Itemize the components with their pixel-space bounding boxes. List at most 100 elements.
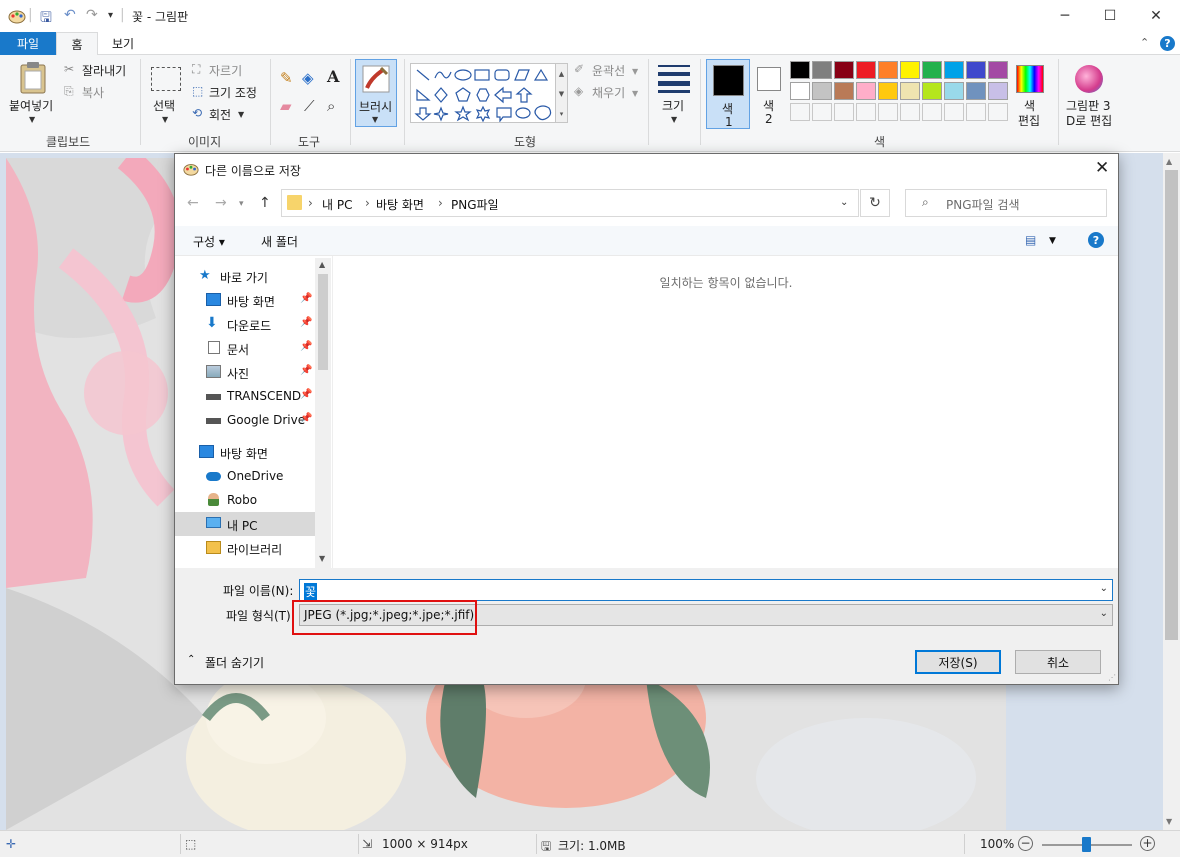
breadcrumb-desktop[interactable]: 바탕 화면 bbox=[376, 196, 424, 213]
color1-button[interactable]: 색 1 bbox=[706, 59, 750, 129]
tab-view[interactable]: 보기 bbox=[100, 32, 146, 55]
up-arrow-icon[interactable]: ↑ bbox=[259, 195, 271, 211]
address-bar[interactable]: › 내 PC › 바탕 화면 › PNG파일 ⌄ bbox=[281, 189, 859, 217]
tab-home[interactable]: 홈 bbox=[56, 32, 98, 56]
outline-button[interactable]: 윤곽선 bbox=[592, 62, 625, 79]
cancel-button[interactable]: 취소 bbox=[1015, 650, 1101, 674]
palette-color-swatch[interactable] bbox=[900, 61, 920, 79]
nav-item-pictures[interactable]: 사진 📌 bbox=[175, 360, 315, 384]
customize-quick-access-icon[interactable]: ▾ bbox=[108, 10, 113, 21]
nav-item-google-drive[interactable]: Google Drive 📌 bbox=[175, 408, 315, 432]
search-box[interactable]: ⌕ PNG파일 검색 bbox=[905, 189, 1107, 217]
shapes-gallery-scroll[interactable]: ▲ ▼ ▾ bbox=[556, 63, 568, 123]
fill-bucket-icon[interactable]: ◈ bbox=[302, 69, 314, 87]
zoom-in-button[interactable]: + bbox=[1140, 836, 1155, 851]
palette-color-swatch[interactable] bbox=[812, 82, 832, 100]
shapes-gallery[interactable] bbox=[410, 63, 556, 123]
resize-button[interactable]: 크기 조정 bbox=[209, 84, 257, 101]
custom-color-swatch[interactable] bbox=[922, 103, 942, 121]
maximize-button[interactable]: ☐ bbox=[1087, 0, 1133, 32]
custom-color-swatch[interactable] bbox=[878, 103, 898, 121]
copy-button[interactable]: 복사 bbox=[82, 84, 104, 101]
refresh-icon[interactable]: ↻ bbox=[860, 189, 890, 217]
scroll-up-icon[interactable]: ▲ bbox=[319, 260, 325, 269]
nav-item-onedrive[interactable]: OneDrive bbox=[175, 464, 315, 488]
paint3d-icon[interactable] bbox=[1075, 65, 1103, 93]
magnifier-icon[interactable]: ⌕ bbox=[327, 97, 335, 115]
hide-folders-button[interactable]: 폴더 숨기기 bbox=[205, 654, 264, 671]
custom-color-swatch[interactable] bbox=[834, 103, 854, 121]
palette-color-swatch[interactable] bbox=[944, 82, 964, 100]
zoom-out-button[interactable]: − bbox=[1018, 836, 1033, 851]
nav-item-documents[interactable]: 문서 📌 bbox=[175, 336, 315, 360]
scroll-down-icon[interactable]: ▼ bbox=[1166, 817, 1172, 826]
nav-item-desktop[interactable]: 바탕 화면 bbox=[175, 440, 315, 464]
dialog-close-icon[interactable]: ✕ bbox=[1095, 158, 1109, 178]
nav-item-downloads[interactable]: ⬇ 다운로드 📌 bbox=[175, 312, 315, 336]
filetype-dropdown-icon[interactable]: ⌄ bbox=[1100, 608, 1108, 619]
save-icon[interactable]: 🖫 bbox=[40, 7, 52, 31]
fill-dropdown-icon[interactable]: ▼ bbox=[632, 89, 638, 98]
palette-color-swatch[interactable] bbox=[812, 61, 832, 79]
nav-item-quick-access[interactable]: ★ 바로 가기 bbox=[175, 264, 315, 288]
nav-item-desktop-pinned[interactable]: 바탕 화면 📌 bbox=[175, 288, 315, 312]
palette-color-swatch[interactable] bbox=[922, 82, 942, 100]
scroll-down-icon[interactable]: ▼ bbox=[319, 554, 325, 563]
custom-color-swatch[interactable] bbox=[966, 103, 986, 121]
rotate-dropdown-icon[interactable]: ▼ bbox=[238, 110, 244, 119]
palette-color-swatch[interactable] bbox=[790, 61, 810, 79]
address-dropdown-icon[interactable]: ⌄ bbox=[840, 197, 848, 208]
palette-color-swatch[interactable] bbox=[944, 61, 964, 79]
palette-color-swatch[interactable] bbox=[856, 61, 876, 79]
select-button[interactable]: 선택 bbox=[153, 97, 175, 114]
nav-item-mypc[interactable]: 내 PC bbox=[175, 512, 315, 536]
edit-colors-label-2[interactable]: 편집 bbox=[1018, 112, 1040, 129]
resize-grip-icon[interactable]: ⋰ bbox=[1108, 673, 1116, 682]
navigation-scrollbar[interactable]: ▲ ▼ bbox=[315, 258, 331, 568]
palette-color-swatch[interactable] bbox=[922, 61, 942, 79]
hide-folders-icon[interactable]: ⌃ bbox=[187, 654, 195, 665]
custom-color-swatch[interactable] bbox=[790, 103, 810, 121]
view-dropdown-icon[interactable]: ▼ bbox=[1049, 236, 1056, 246]
custom-color-swatch[interactable] bbox=[944, 103, 964, 121]
undo-icon[interactable]: ↶ bbox=[64, 7, 76, 23]
scrollbar-thumb[interactable] bbox=[1165, 170, 1178, 640]
filename-input[interactable]: 꽃 ⌄ bbox=[299, 579, 1113, 601]
pencil-icon[interactable]: ✎ bbox=[280, 69, 293, 87]
custom-color-swatch[interactable] bbox=[812, 103, 832, 121]
palette-color-swatch[interactable] bbox=[856, 82, 876, 100]
custom-color-swatch[interactable] bbox=[856, 103, 876, 121]
help-icon[interactable]: ? bbox=[1160, 36, 1175, 51]
palette-color-swatch[interactable] bbox=[966, 61, 986, 79]
forward-arrow-icon[interactable]: → bbox=[215, 195, 227, 211]
organize-button[interactable]: 구성 ▾ bbox=[193, 233, 225, 250]
tab-file[interactable]: 파일 bbox=[0, 32, 56, 55]
scroll-up-icon[interactable]: ▲ bbox=[1166, 157, 1172, 166]
nav-item-robo[interactable]: Robo bbox=[175, 488, 315, 512]
collapse-ribbon-icon[interactable]: ⌃ bbox=[1140, 36, 1149, 49]
save-button[interactable]: 저장(S) bbox=[915, 650, 1001, 674]
palette-color-swatch[interactable] bbox=[834, 61, 854, 79]
nav-item-transcend[interactable]: TRANSCEND 📌 bbox=[175, 384, 315, 408]
rotate-button[interactable]: 회전 bbox=[209, 106, 231, 123]
scrollbar-thumb[interactable] bbox=[318, 274, 328, 370]
outline-dropdown-icon[interactable]: ▼ bbox=[632, 67, 638, 76]
close-window-button[interactable]: ✕ bbox=[1133, 0, 1179, 32]
custom-color-swatch[interactable] bbox=[900, 103, 920, 121]
redo-icon[interactable]: ↷ bbox=[86, 7, 98, 23]
palette-color-swatch[interactable] bbox=[790, 82, 810, 100]
color2-button[interactable] bbox=[757, 67, 781, 91]
select-dropdown-icon[interactable]: ▼ bbox=[162, 115, 168, 124]
palette-color-swatch[interactable] bbox=[878, 82, 898, 100]
canvas-vertical-scrollbar[interactable]: ▲ ▼ bbox=[1163, 153, 1180, 830]
palette-color-swatch[interactable] bbox=[900, 82, 920, 100]
breadcrumb-mypc[interactable]: 내 PC bbox=[322, 196, 352, 213]
recent-locations-icon[interactable]: ▾ bbox=[239, 199, 244, 209]
crop-button[interactable]: 자르기 bbox=[209, 62, 242, 79]
brushes-button[interactable]: 브러시 ▼ bbox=[355, 59, 397, 127]
cut-button[interactable]: 잘라내기 bbox=[82, 62, 126, 79]
palette-color-swatch[interactable] bbox=[834, 82, 854, 100]
size-icon[interactable] bbox=[658, 65, 690, 93]
paste-button[interactable]: 붙여넣기 bbox=[9, 97, 53, 114]
search-input[interactable]: PNG파일 검색 bbox=[946, 196, 1020, 213]
